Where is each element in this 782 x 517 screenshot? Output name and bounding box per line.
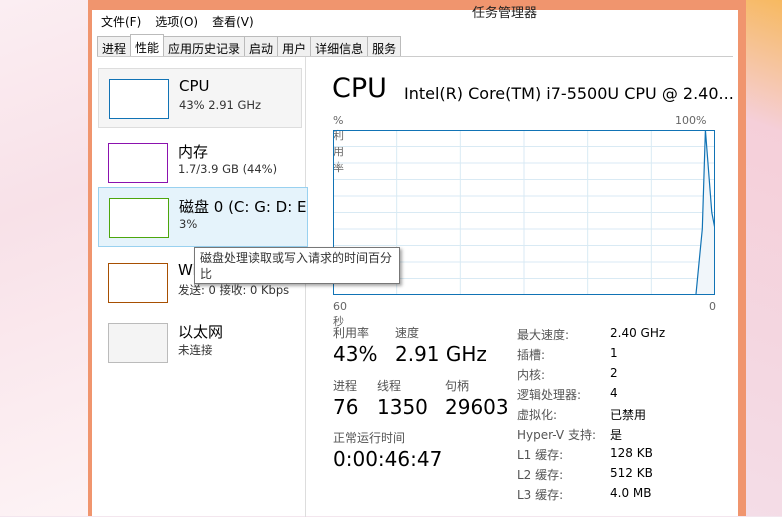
sidebar-item-subtitle: 43% 2.91 GHz (179, 98, 262, 112)
utilization-label: 利用率 (333, 326, 370, 340)
spec-value: 128 KB (610, 446, 653, 460)
threads-value: 1350 (377, 395, 428, 419)
spec-value: 已禁用 (610, 408, 647, 422)
sidebar-item-title: 内存 (178, 143, 209, 161)
speed-label: 速度 (395, 326, 420, 340)
uptime-label: 正常运行时间 (333, 431, 406, 445)
sidebar-item[interactable]: 内存 1.7/3.9 GB (44%) (98, 133, 302, 193)
window-title: 任务管理器 (472, 6, 538, 21)
sidebar-item[interactable]: 以太网 未连接 (98, 313, 302, 373)
resource-sidebar: CPU 43% 2.91 GHz 内存 1.7/3.9 GB (44%) 磁盘 0 (C… (92, 57, 308, 517)
spec-value: 4 (610, 386, 618, 400)
uptime-value: 0:00:46:47 (333, 447, 443, 471)
tab-bar: 进程 性能 应用历史记录 启动 用户 详细信息 服务 (97, 34, 733, 57)
threads-label: 线程 (377, 379, 402, 393)
sidebar-item[interactable]: CPU 43% 2.91 GHz (98, 68, 302, 128)
spec-label: L1 缓存: (517, 448, 564, 462)
spec-value: 2 (610, 366, 618, 380)
spec-value: 2.40 GHz (610, 326, 666, 340)
sidebar-item[interactable]: 磁盘 0 (C: G: D: E 3% (98, 187, 308, 247)
spec-label: 插槽: (517, 348, 546, 362)
tab-1[interactable]: 性能 (130, 34, 165, 56)
tooltip: 磁盘处理读取或写入请求的时间百分比 (194, 247, 400, 284)
spec-label: Hyper-V 支持: (517, 428, 596, 442)
thumbnail-graph (109, 79, 169, 119)
thumbnail-graph (108, 263, 168, 303)
desktop-background (746, 0, 782, 516)
thumbnail-graph (109, 198, 169, 238)
spec-value: 1 (610, 346, 618, 360)
cpu-model: Intel(R) Core(TM) i7-5500U CPU @ 2.40... (404, 84, 734, 103)
spec-label: L3 缓存: (517, 488, 564, 502)
sidebar-item-title: 以太网 (178, 323, 224, 341)
tab-6[interactable]: 服务 (367, 36, 402, 56)
spec-value: 512 KB (610, 466, 653, 480)
spec-label: L2 缓存: (517, 468, 564, 482)
sidebar-item-title: 磁盘 0 (C: G: D: E (179, 198, 307, 216)
spec-value: 4.0 MB (610, 486, 652, 500)
tab-2[interactable]: 应用历史记录 (163, 36, 246, 56)
speed-value: 2.91 GHz (395, 342, 487, 366)
x-axis-right-label: 0 (709, 300, 716, 313)
sidebar-item-subtitle: 3% (179, 217, 198, 231)
spec-label: 最大速度: (517, 328, 570, 342)
spec-label: 虚拟化: (517, 408, 558, 422)
utilization-value: 43% (333, 342, 378, 366)
tab-4[interactable]: 用户 (277, 36, 312, 56)
spec-value: 是 (610, 428, 623, 442)
menu-bar: 文件(F) 选项(O) 查看(V) (92, 10, 259, 32)
sidebar-item-subtitle: 未连接 (178, 343, 213, 357)
spec-label: 逻辑处理器: (517, 388, 582, 402)
y-axis-max: 100% (675, 114, 707, 127)
menu-item[interactable]: 查看(V) (203, 10, 259, 32)
processes-value: 76 (333, 395, 359, 419)
thumbnail-graph (108, 143, 168, 183)
handles-label: 句柄 (445, 379, 470, 393)
page-title: CPU (332, 73, 387, 104)
menu-item[interactable]: 文件(F) (92, 10, 146, 32)
desktop-background (0, 0, 88, 516)
sidebar-item-subtitle: 1.7/3.9 GB (44%) (178, 162, 278, 176)
sidebar-item-title: CPU (179, 77, 210, 95)
spec-label: 内核: (517, 368, 546, 382)
processes-label: 进程 (333, 379, 358, 393)
menu-item[interactable]: 选项(O) (146, 10, 203, 32)
sidebar-item-subtitle: 发送: 0 接收: 0 Kbps (178, 283, 290, 297)
tab-5[interactable]: 详细信息 (310, 36, 369, 56)
tab-0[interactable]: 进程 (97, 36, 132, 56)
thumbnail-graph (108, 323, 168, 363)
tab-3[interactable]: 启动 (244, 36, 279, 56)
task-manager-window: 任务管理器 文件(F) 选项(O) 查看(V) 进程 性能 应用历史记录 启动 用户 详细信息… (92, 6, 738, 517)
handles-value: 29603 (445, 395, 509, 419)
